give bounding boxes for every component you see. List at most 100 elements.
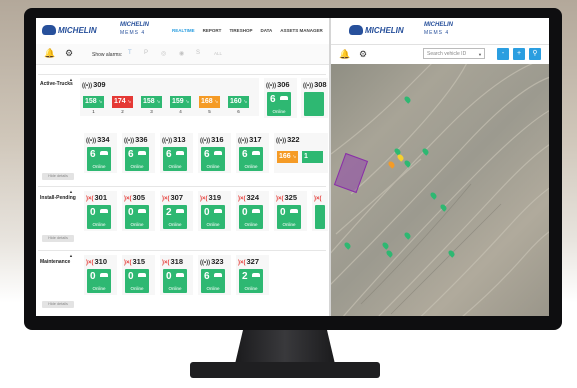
- tire-count-badge: 0 Online: [239, 205, 263, 229]
- mems-logo: MICHELIN MEMS 4: [120, 22, 149, 36]
- michelin-man-icon: [349, 25, 363, 35]
- monitor-base: [190, 362, 380, 378]
- tire-count-badge: [304, 92, 324, 116]
- truck-card-308[interactable]: ((•))308: [301, 78, 328, 118]
- tire-count-badge: 6 Online: [201, 147, 225, 171]
- zoom-in-button[interactable]: +: [513, 48, 525, 60]
- gear-icon[interactable]: ⚙: [359, 50, 367, 59]
- tire-pos: 2: [121, 109, 124, 114]
- truck-icon: [138, 273, 146, 277]
- map-top-nav: MICHELIN MICHELIN MEMS 4: [331, 18, 549, 45]
- truck-icon: [176, 273, 184, 277]
- truck-card-322[interactable]: ((•))322 166 °c 1: [274, 133, 328, 173]
- vehicle-search-input[interactable]: Search vehicle ID ▼: [423, 48, 485, 59]
- truck-card-309[interactable]: ((•))309 158 °c 1 174 °c 2 158 °c 3 159 °c 4…: [80, 78, 259, 116]
- wifi-icon: ((•)): [200, 260, 211, 266]
- truck-card-315[interactable]: )×(315 0 Online: [122, 255, 155, 295]
- truck-icon: [100, 151, 108, 155]
- tire-count-badge: 0 Online: [277, 205, 301, 229]
- truck-card-305[interactable]: )×(305 0 Online: [122, 191, 155, 231]
- truck-card-306[interactable]: ((•))306 6 Online: [264, 78, 297, 118]
- truck-card-317[interactable]: ((•))317 6 Online: [236, 133, 269, 173]
- wifi-icon: ((•)): [303, 83, 314, 89]
- truck-card-323[interactable]: ((•))323 6 Online: [198, 255, 231, 295]
- truck-card-325[interactable]: )×(325 0 Online: [274, 191, 307, 231]
- wifi-icon: ((•)): [86, 138, 97, 144]
- pressure-icon[interactable]: P: [144, 50, 148, 56]
- tire-count-badge: 0 Online: [163, 269, 187, 293]
- map-panel: MICHELIN MICHELIN MEMS 4 🔔 ⚙ Search vehi…: [331, 18, 549, 316]
- collapse-arrow-icon[interactable]: ▲: [69, 189, 73, 194]
- truck-card-319[interactable]: )×(319 0 Online: [198, 191, 231, 231]
- truck-card-327[interactable]: )×(327 2 Online: [236, 255, 269, 295]
- temperature-icon[interactable]: T: [128, 50, 132, 56]
- nav-links: REALTIME REPORT TIRESHOP DATA ASSETS MAN…: [172, 28, 323, 33]
- offline-signal-icon: )×(: [162, 260, 170, 266]
- truck-card-307[interactable]: )×(307 2 Online: [160, 191, 193, 231]
- nav-tireshop[interactable]: TIRESHOP: [229, 28, 252, 33]
- tire-count-badge: 6 Online: [201, 269, 225, 293]
- wifi-icon: ((•)): [200, 138, 211, 144]
- truck-card-310[interactable]: )×(310 0 Online: [84, 255, 117, 295]
- tire-temp-2: 174 °c: [112, 96, 133, 108]
- tire-count-badge: 0 Online: [87, 205, 111, 229]
- tire-count-badge: 6 Online: [163, 147, 187, 171]
- tire-icon[interactable]: ◎: [161, 50, 166, 57]
- hide-details-button[interactable]: Hide details: [42, 173, 74, 180]
- truck-icon: [138, 151, 146, 155]
- locate-button[interactable]: ⚲: [529, 48, 541, 60]
- nav-assets-manager[interactable]: ASSETS MANAGER: [280, 28, 323, 33]
- truck-card-316[interactable]: ((•))316 6 Online: [198, 133, 231, 173]
- top-nav: MICHELIN MICHELIN MEMS 4 REALTIME REPORT…: [36, 18, 329, 45]
- tire-temp-6: 160 °c: [228, 96, 249, 108]
- truck-card-318[interactable]: )×(318 0 Online: [160, 255, 193, 295]
- tire-count-badge: 0 Online: [125, 269, 149, 293]
- tire-temp-2: 1: [302, 151, 323, 163]
- bell-icon[interactable]: 🔔: [44, 49, 55, 58]
- signal-icon[interactable]: ◉: [179, 50, 184, 57]
- truck-card-324[interactable]: )×(324 0 Online: [236, 191, 269, 231]
- offline-signal-icon: )×(: [162, 196, 170, 202]
- tire-count-badge: 6 Online: [87, 147, 111, 171]
- bell-icon[interactable]: 🔔: [339, 50, 350, 59]
- section-label: Active-Trucks: [40, 81, 73, 87]
- wifi-icon: ((•)): [162, 138, 173, 144]
- tire-temp-3: 158 °c: [141, 96, 162, 108]
- truck-icon: [100, 209, 108, 213]
- fleet-panel: MICHELIN MICHELIN MEMS 4 REALTIME REPORT…: [36, 18, 329, 316]
- hide-details-button[interactable]: Hide details: [42, 235, 74, 242]
- michelin-logo: MICHELIN: [349, 25, 404, 35]
- tire-pos: 3: [150, 109, 153, 114]
- tire-count-badge: [315, 205, 325, 229]
- truck-icon: [280, 96, 288, 100]
- zoom-out-button[interactable]: -: [497, 48, 509, 60]
- wifi-icon: ((•)): [238, 138, 249, 144]
- nav-report[interactable]: REPORT: [203, 28, 222, 33]
- s-icon[interactable]: S: [196, 50, 200, 56]
- all-alarms-toggle[interactable]: ALL: [214, 51, 222, 56]
- michelin-man-icon: [42, 25, 56, 35]
- offline-signal-icon: )×(: [124, 196, 132, 202]
- section-label: Maintenance: [40, 259, 71, 265]
- collapse-arrow-icon[interactable]: ▲: [69, 253, 73, 258]
- truck-icon: [138, 209, 146, 213]
- gear-icon[interactable]: ⚙: [65, 49, 73, 58]
- nav-realtime[interactable]: REALTIME: [172, 28, 195, 33]
- section-install-pending: Install-Pending ▲ Hide details )×(301 0O…: [38, 186, 328, 247]
- toolbar: 🔔 ⚙ Show alarms: T P ◎ ◉ S ALL: [36, 44, 329, 65]
- offline-signal-icon: )×(: [238, 260, 246, 266]
- offline-signal-icon: )×(: [86, 196, 94, 202]
- tire-pos: 6: [237, 109, 240, 114]
- hide-details-button[interactable]: Hide details: [42, 301, 74, 308]
- satellite-map[interactable]: [331, 64, 549, 316]
- tire-temp-1: 158 °c: [83, 96, 104, 108]
- truck-icon: [214, 209, 222, 213]
- truck-card-partial[interactable]: )×(: [312, 191, 328, 231]
- nav-data[interactable]: DATA: [260, 28, 272, 33]
- truck-card-336[interactable]: ((•))336 6 Online: [122, 133, 155, 173]
- truck-card-313[interactable]: ((•))313 6 Online: [160, 133, 193, 173]
- tire-temp-1: 166 °c: [277, 151, 298, 163]
- collapse-arrow-icon[interactable]: ▲: [69, 77, 73, 82]
- truck-card-301[interactable]: )×(301 0 Online: [84, 191, 117, 231]
- truck-card-334[interactable]: ((•))334 6 Online: [84, 133, 117, 173]
